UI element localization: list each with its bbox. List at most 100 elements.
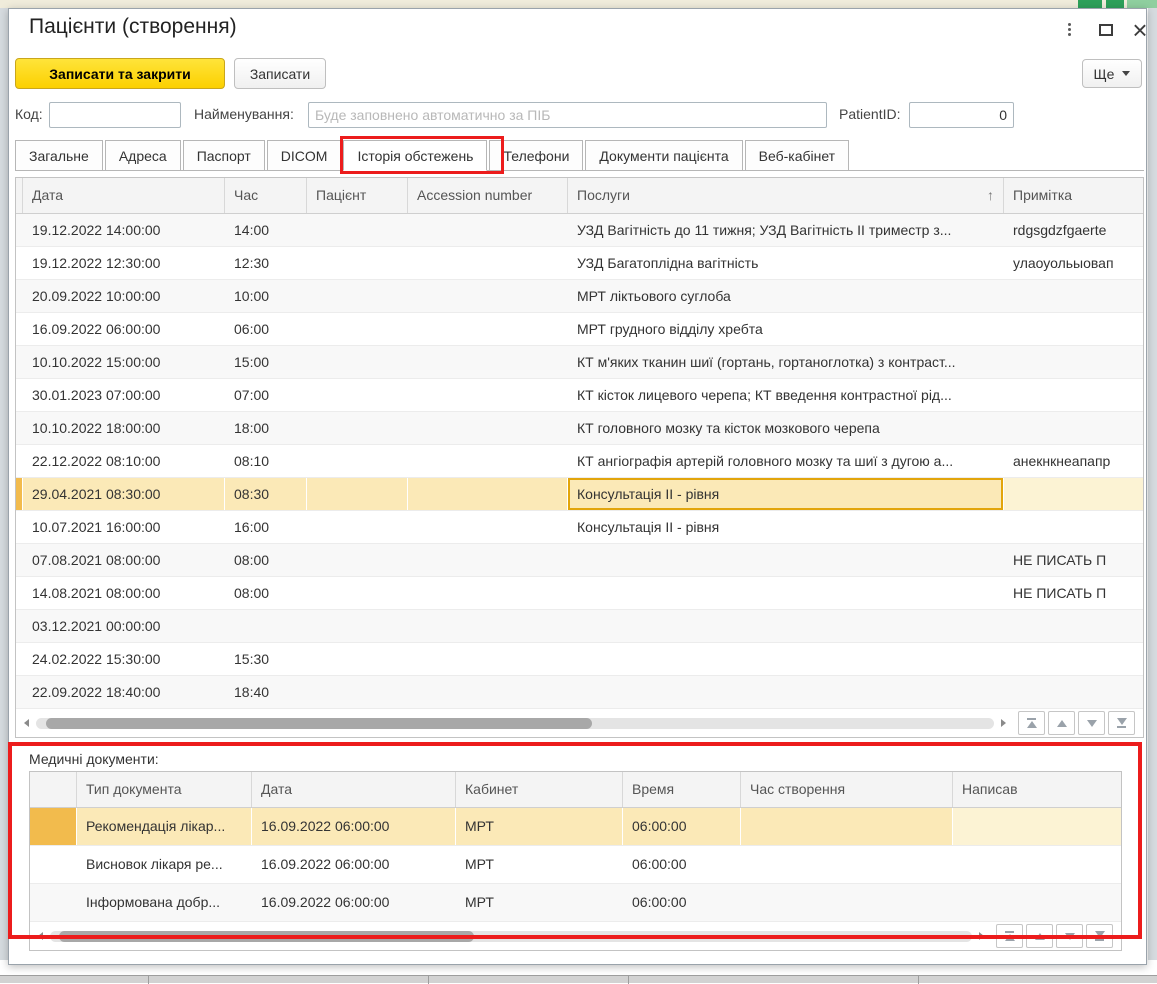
table-cell[interactable]: УЗД Багатоплідна вагітність — [568, 247, 1004, 279]
tab-6[interactable]: Документи пацієнта — [585, 140, 742, 171]
table-cell[interactable] — [953, 846, 1121, 883]
go-last-row-button[interactable] — [1108, 711, 1135, 735]
table-cell[interactable]: Інформована добр... — [77, 884, 252, 921]
table-cell[interactable]: 16.09.2022 06:00:00 — [252, 884, 456, 921]
table-row[interactable]: 22.09.2022 18:40:0018:40 — [16, 676, 1143, 709]
table-row[interactable]: 10.10.2022 18:00:0018:00КТ головного моз… — [16, 412, 1143, 445]
tab-5[interactable]: Телефони — [489, 140, 583, 171]
table-cell[interactable]: 30.01.2023 07:00:00 — [23, 379, 225, 411]
table-cell[interactable]: 29.04.2021 08:30:00 — [23, 478, 225, 510]
table-row[interactable]: 20.09.2022 10:00:0010:00МРТ ліктьового с… — [16, 280, 1143, 313]
table-cell[interactable] — [408, 610, 568, 642]
table-cell[interactable]: 10.07.2021 16:00:00 — [23, 511, 225, 543]
code-input[interactable] — [49, 102, 181, 128]
table-cell[interactable] — [307, 379, 408, 411]
table-cell[interactable]: НЕ ПИСАТЬ П — [1004, 544, 1143, 576]
table-cell[interactable]: КТ м'яких тканин шиї (гортань, гортаногл… — [568, 346, 1004, 378]
table-cell[interactable]: 07.08.2021 08:00:00 — [23, 544, 225, 576]
table-row[interactable]: Рекомендація лікар...16.09.2022 06:00:00… — [30, 808, 1121, 846]
table-row[interactable]: 10.10.2022 15:00:0015:00КТ м'яких тканин… — [16, 346, 1143, 379]
table-cell[interactable] — [568, 577, 1004, 609]
table-cell[interactable]: 14:00 — [225, 214, 307, 246]
table-cell[interactable]: 12:30 — [225, 247, 307, 279]
name-input[interactable] — [308, 102, 827, 128]
prev-row-button[interactable] — [1026, 924, 1053, 948]
table-cell[interactable] — [408, 643, 568, 675]
column-header[interactable]: Послуги↑ — [568, 178, 1004, 213]
table-cell[interactable]: 06:00:00 — [623, 846, 741, 883]
table-cell[interactable] — [408, 313, 568, 345]
table-cell[interactable]: МРТ — [456, 808, 623, 845]
column-header[interactable]: Кабинет — [456, 772, 623, 807]
column-header[interactable]: Дата — [23, 178, 225, 213]
table-cell[interactable]: 06:00 — [225, 313, 307, 345]
tab-3[interactable]: DICOM — [267, 140, 342, 171]
table-row[interactable]: 22.12.2022 08:10:0008:10КТ ангіографія а… — [16, 445, 1143, 478]
go-last-row-button[interactable] — [1086, 924, 1113, 948]
table-cell[interactable]: 08:00 — [225, 577, 307, 609]
table-row[interactable]: 07.08.2021 08:00:0008:00 НЕ ПИСАТЬ П — [16, 544, 1143, 577]
table-cell[interactable]: МРТ грудного відділу хребта — [568, 313, 1004, 345]
table-row[interactable]: 30.01.2023 07:00:0007:00КТ кісток лицево… — [16, 379, 1143, 412]
column-header[interactable]: Примітка — [1004, 178, 1143, 213]
table-cell[interactable] — [408, 412, 568, 444]
table-cell[interactable]: 15:30 — [225, 643, 307, 675]
table-cell[interactable]: НЕ ПИСАТЬ П — [1004, 577, 1143, 609]
save-and-close-button[interactable]: Записати та закрити — [15, 58, 225, 89]
column-header[interactable]: Тип документа — [77, 772, 252, 807]
table-cell[interactable]: 08:00 — [225, 544, 307, 576]
scroll-left-icon[interactable] — [24, 719, 29, 727]
table-cell[interactable] — [741, 884, 953, 921]
table-cell[interactable]: 06:00:00 — [623, 808, 741, 845]
table-cell[interactable] — [307, 610, 408, 642]
scrollbar-thumb[interactable] — [46, 718, 592, 729]
table-cell[interactable] — [307, 280, 408, 312]
table-cell[interactable] — [307, 313, 408, 345]
more-button[interactable]: Ще — [1082, 59, 1142, 88]
table-cell[interactable] — [307, 445, 408, 477]
table-cell[interactable] — [953, 884, 1121, 921]
table-cell[interactable] — [1004, 412, 1143, 444]
tab-7[interactable]: Веб-кабінет — [745, 140, 849, 171]
column-header[interactable]: Дата — [252, 772, 456, 807]
table-cell[interactable] — [307, 676, 408, 708]
table-cell[interactable]: 16.09.2022 06:00:00 — [252, 808, 456, 845]
table-cell[interactable] — [408, 544, 568, 576]
scroll-left-icon[interactable] — [38, 932, 43, 940]
table-cell[interactable]: rdgsgdzfgaerte — [1004, 214, 1143, 246]
table-cell[interactable]: 03.12.2021 00:00:00 — [23, 610, 225, 642]
table-cell[interactable]: МРТ — [456, 884, 623, 921]
table-cell[interactable]: КТ головного мозку та кісток мозкового ч… — [568, 412, 1004, 444]
table-cell[interactable]: 19.12.2022 14:00:00 — [23, 214, 225, 246]
table-cell[interactable] — [408, 214, 568, 246]
column-header[interactable]: Пацієнт — [307, 178, 408, 213]
close-button[interactable]: × — [1129, 19, 1151, 41]
table-row[interactable]: 16.09.2022 06:00:0006:00МРТ грудного від… — [16, 313, 1143, 346]
table-cell[interactable] — [408, 445, 568, 477]
table-cell[interactable]: улаоуольыовап — [1004, 247, 1143, 279]
table-row[interactable]: 29.04.2021 08:30:0008:30Консультація ІІ … — [16, 478, 1143, 511]
table-row[interactable]: 19.12.2022 14:00:0014:00УЗД Вагітність д… — [16, 214, 1143, 247]
prev-row-button[interactable] — [1048, 711, 1075, 735]
tab-2[interactable]: Паспорт — [183, 140, 265, 171]
table-cell[interactable] — [307, 511, 408, 543]
table-cell[interactable] — [1004, 511, 1143, 543]
table-cell[interactable] — [225, 610, 307, 642]
horizontal-scrollbar[interactable] — [30, 922, 1121, 950]
table-cell[interactable]: МРТ — [456, 846, 623, 883]
table-cell[interactable] — [1004, 610, 1143, 642]
table-cell[interactable] — [1004, 478, 1143, 510]
table-cell[interactable]: Консультація ІІ - рівня — [568, 478, 1004, 510]
table-cell[interactable]: 24.02.2022 15:30:00 — [23, 643, 225, 675]
table-cell[interactable]: КТ ангіографія артерій головного мозку т… — [568, 445, 1004, 477]
table-cell[interactable] — [568, 676, 1004, 708]
tab-4[interactable]: Історія обстежень — [343, 140, 487, 171]
table-cell[interactable] — [568, 544, 1004, 576]
table-cell[interactable]: 06:00:00 — [623, 884, 741, 921]
column-header[interactable]: Написав — [953, 772, 1121, 807]
table-cell[interactable]: 20.09.2022 10:00:00 — [23, 280, 225, 312]
tab-1[interactable]: Адреса — [105, 140, 181, 171]
table-cell[interactable] — [408, 577, 568, 609]
table-cell[interactable] — [307, 412, 408, 444]
table-cell[interactable]: 14.08.2021 08:00:00 — [23, 577, 225, 609]
